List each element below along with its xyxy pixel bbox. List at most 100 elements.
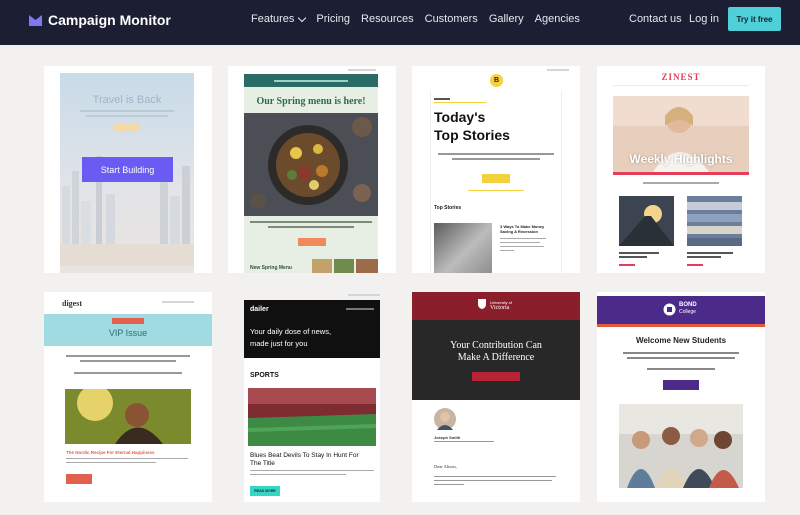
victoria-person-title — [434, 441, 494, 442]
template-dailer[interactable]: dailer Your daily dose of news, made jus… — [228, 292, 396, 502]
dailer-article-line — [250, 474, 346, 475]
zinest-read-link[interactable] — [619, 264, 635, 266]
bond-register-button[interactable] — [663, 380, 699, 390]
dailer-tagline-1: Your daily dose of news, — [250, 327, 332, 336]
nav-customers[interactable]: Customers — [425, 13, 478, 25]
top-nav: Campaign Monitor Features Pricing Resour… — [0, 0, 800, 45]
travel-small-button[interactable] — [114, 124, 140, 131]
crest-icon — [478, 299, 486, 309]
template-zinest[interactable]: ZINEST Weekly Highlights — [597, 66, 765, 273]
template-bond[interactable]: BOND College Welcome New Students — [597, 292, 765, 502]
nav-gallery[interactable]: Gallery — [489, 13, 524, 25]
digest-brand: digest — [62, 299, 82, 308]
travel-text-line — [86, 115, 168, 117]
stories-article-image — [434, 223, 492, 273]
brand-name: Campaign Monitor — [48, 12, 171, 28]
zinest-brand: ZINEST — [661, 72, 701, 82]
dailer-brand: dailer — [250, 306, 269, 313]
digest-banner-title: VIP Issue — [108, 328, 148, 338]
zinest-read-link[interactable] — [687, 264, 703, 266]
template-digest[interactable]: digest VIP Issue The Nordic Recipe For E… — [44, 292, 212, 502]
stories-article-line — [500, 238, 546, 239]
try-free-button[interactable]: Try it free — [728, 7, 781, 31]
bond-desc-line — [623, 352, 739, 354]
victoria-brand-2: Victoria — [490, 305, 510, 311]
stories-kicker — [434, 98, 450, 100]
dailer-read-more-button[interactable]: READ MORE — [250, 486, 280, 496]
stories-read-button[interactable] — [482, 174, 510, 183]
digest-intro-line — [74, 372, 182, 374]
stories-section-title: Top Stories — [434, 205, 462, 211]
digest-article-title: The Nordic Recipe For Eternal Happiness — [66, 450, 155, 455]
spring-thumb-1 — [312, 259, 332, 273]
students-group-image — [619, 404, 743, 488]
nav-login[interactable]: Log in — [689, 13, 719, 25]
nav-contact[interactable]: Contact us — [629, 13, 682, 25]
travel-title: Travel is Back — [92, 94, 162, 106]
bond-logo-icon — [663, 303, 676, 316]
woman-sunlight-image — [65, 389, 191, 444]
stories-title-line2: Top Stories — [434, 127, 510, 143]
spring-banner-text — [274, 80, 348, 82]
victoria-person-name: Joseph Smith — [434, 435, 461, 440]
football-stadium-image — [248, 388, 376, 446]
stories-badge: B — [490, 74, 503, 87]
brand-logo[interactable]: Campaign Monitor — [29, 12, 171, 28]
template-victoria[interactable]: University of Victoria Your Contribution… — [412, 292, 580, 502]
digest-article-line — [66, 458, 188, 459]
digest-article-line — [66, 462, 156, 463]
dailer-section-title: SPORTS — [250, 372, 279, 379]
dailer-top-link — [348, 294, 380, 296]
digest-read-button[interactable] — [66, 474, 92, 484]
victoria-headline-2: Make A Difference — [457, 352, 535, 363]
zinest-brand-rule — [613, 85, 749, 86]
stories-desc-line — [438, 153, 554, 155]
stories-kicker-underline — [434, 102, 486, 103]
zinest-caption-right — [687, 256, 721, 258]
dailer-tagline-2: made just for you — [250, 339, 308, 348]
food-plate-image — [244, 113, 378, 216]
victoria-letter-line — [434, 484, 464, 485]
stories-divider — [468, 190, 524, 191]
zinest-desc-line — [643, 182, 719, 184]
spring-top-link — [348, 69, 376, 71]
bond-accent-stripe — [597, 324, 765, 327]
dailer-headline-2: The Title — [250, 460, 275, 467]
bond-desc-line — [647, 368, 715, 370]
main-menu: Features Pricing Resources Customers Gal… — [251, 13, 591, 25]
nav-pricing[interactable]: Pricing — [316, 13, 350, 25]
zinest-caption-left — [619, 252, 659, 254]
template-top-stories[interactable]: B Today's Top Stories Top Stories 3 Ways… — [412, 66, 580, 273]
victoria-donate-button[interactable] — [472, 372, 520, 381]
nav-features[interactable]: Features — [251, 13, 305, 25]
victoria-greeting: Dear Alison, — [434, 464, 457, 469]
start-building-button[interactable]: Start Building — [82, 157, 173, 182]
spring-order-button[interactable] — [298, 238, 326, 246]
spring-title: Our Spring menu is here! — [256, 96, 366, 107]
spring-desc-line — [268, 226, 354, 228]
travel-text-line — [80, 110, 174, 112]
nav-resources[interactable]: Resources — [361, 13, 414, 25]
digest-top-link — [162, 301, 194, 303]
bond-desc-line — [627, 357, 735, 359]
zinest-caption-left — [619, 256, 647, 258]
fabric-rolls-image — [687, 196, 742, 246]
envelope-logo-icon — [29, 14, 42, 26]
spring-thumb-3 — [356, 259, 378, 273]
spring-thumb-2 — [334, 259, 354, 273]
stories-article-line — [500, 246, 544, 247]
train-station-image — [619, 196, 674, 246]
man-portrait-image — [434, 408, 456, 430]
template-spring-menu[interactable]: Our Spring menu is here! New Spring Menu — [228, 66, 396, 273]
zinest-caption-right — [687, 252, 733, 254]
stories-desc-line — [452, 158, 540, 160]
victoria-letter-line — [434, 476, 556, 477]
dailer-header-link — [346, 308, 374, 310]
spring-footer-label: New Spring Menu — [250, 265, 292, 271]
dailer-headline-1: Blues Beat Devils To Stay In Hunt For — [250, 452, 359, 459]
nav-agencies[interactable]: Agencies — [535, 13, 580, 25]
zinest-accent-bar — [613, 172, 749, 175]
stories-article-line — [500, 250, 514, 251]
digest-intro-line — [66, 355, 190, 357]
template-travel[interactable]: Travel is Back Start Building — [44, 66, 212, 273]
